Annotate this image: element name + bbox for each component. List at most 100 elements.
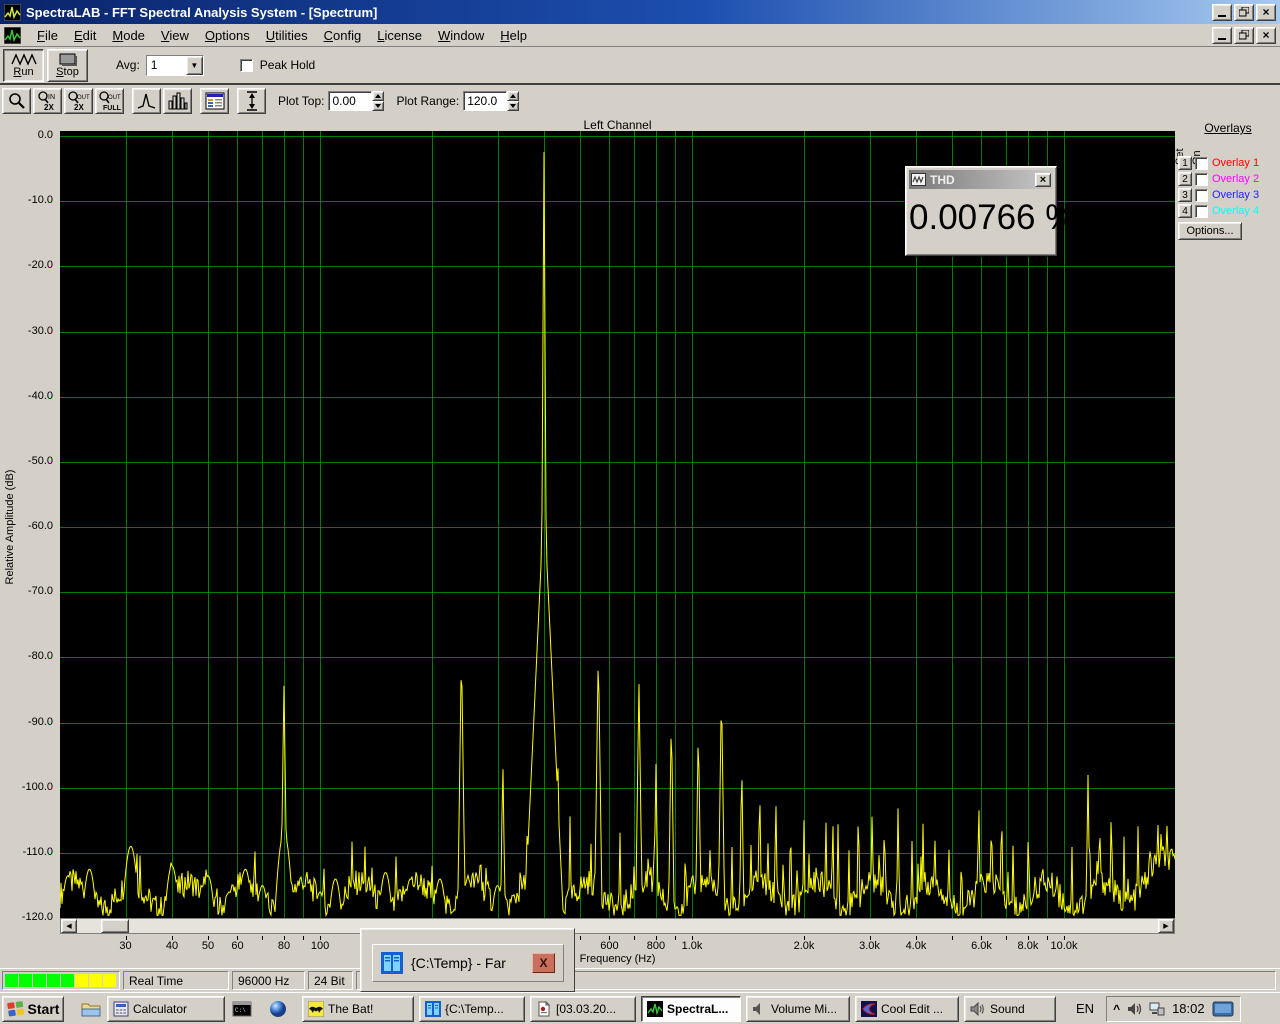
- overlay-on-checkbox[interactable]: [1195, 189, 1208, 202]
- scroll-thumb[interactable]: [101, 919, 129, 933]
- overlay-set-button[interactable]: 2: [1178, 172, 1192, 186]
- y-tick-label: -20.0: [3, 259, 53, 271]
- y-axis-labels: 0.0-10.0-20.0-30.0-40.0-50.0-60.0-70.0-8…: [0, 131, 57, 918]
- zoom-tool-button[interactable]: [2, 88, 31, 114]
- overlays-options-button[interactable]: Options...: [1178, 222, 1242, 240]
- plot-range-field[interactable]: 120.0: [463, 91, 507, 111]
- avg-dropdown-button[interactable]: ▼: [186, 56, 203, 75]
- scroll-right-button[interactable]: ▶: [1158, 919, 1174, 933]
- language-indicator[interactable]: EN: [1070, 999, 1100, 1018]
- system-tray: ^ 18:02: [1106, 996, 1241, 1022]
- level-meter-cell: [5, 974, 18, 987]
- spectrum-view-button[interactable]: [132, 88, 161, 114]
- folder-icon[interactable]: [80, 998, 102, 1020]
- close-icon: ×: [1262, 6, 1269, 18]
- taskbar-button-5[interactable]: SpectraL...: [641, 996, 741, 1022]
- child-close-button[interactable]: ×: [1256, 27, 1276, 44]
- taskbar-button-8[interactable]: Sound: [964, 996, 1056, 1022]
- overlays-panel: Overlays: [1178, 121, 1278, 137]
- zoom-out-full-button[interactable]: OUTFULL: [95, 88, 124, 114]
- overlay-on-checkbox[interactable]: [1195, 173, 1208, 186]
- overlay-set-button[interactable]: 3: [1178, 188, 1192, 202]
- plot-client-area: Left Channel Relative Amplitude (dB) 0.0…: [0, 115, 1280, 968]
- menu-items: FileEditModeViewOptionsUtilitiesConfigLi…: [29, 26, 535, 45]
- plot-top-field[interactable]: 0.00: [328, 91, 372, 111]
- menu-item-view[interactable]: View: [153, 26, 197, 45]
- plot-top-spin-down[interactable]: [372, 101, 384, 111]
- taskbar-button-4[interactable]: [03.03.20...: [530, 996, 636, 1022]
- plot-horizontal-scrollbar[interactable]: ◀ ▶: [60, 918, 1175, 934]
- tray-volume-icon[interactable]: [1127, 1002, 1142, 1016]
- plot-top-spin-up[interactable]: [372, 91, 384, 101]
- taskbar-button-3[interactable]: {C:\Temp...: [419, 996, 525, 1022]
- show-desktop-icon[interactable]: [1212, 1001, 1234, 1017]
- plot-top-spinner[interactable]: [372, 91, 384, 111]
- zoom-out-full-icon: OUTFULL: [98, 90, 122, 112]
- minimize-button[interactable]: [1212, 4, 1232, 21]
- overlay-on-checkbox[interactable]: [1195, 205, 1208, 218]
- calculator-icon: [113, 1001, 129, 1017]
- plot-range-spin-down[interactable]: [507, 101, 519, 111]
- menu-item-file[interactable]: File: [29, 26, 66, 45]
- thd-close-button[interactable]: ×: [1035, 173, 1051, 187]
- run-button[interactable]: Run: [3, 49, 44, 82]
- taskbar-button-label: Volume Mi...: [771, 1002, 837, 1016]
- stop-square-icon: [58, 53, 78, 66]
- x-tick-label: 8.0k: [1008, 940, 1048, 952]
- far-window-title: {C:\Temp} - Far: [411, 955, 532, 971]
- child-minimize-button[interactable]: [1212, 27, 1232, 44]
- overlay-set-button[interactable]: 4: [1178, 204, 1192, 218]
- menu-item-config[interactable]: Config: [316, 26, 370, 45]
- start-button[interactable]: Start: [2, 996, 64, 1022]
- zoom-out-2x-button[interactable]: OUT2X: [64, 88, 93, 114]
- thd-title-bar[interactable]: THD ×: [909, 170, 1053, 189]
- menu-item-license[interactable]: License: [369, 26, 430, 45]
- menu-item-mode[interactable]: Mode: [104, 26, 153, 45]
- tray-network-icon[interactable]: [1149, 1002, 1165, 1016]
- close-icon: ×: [1040, 174, 1046, 186]
- cooledit-icon: [861, 1001, 877, 1017]
- taskbar-button-label: Calculator: [133, 1002, 187, 1016]
- avg-combobox[interactable]: 1 ▼: [146, 55, 204, 76]
- menu-item-window[interactable]: Window: [430, 26, 492, 45]
- far-close-button[interactable]: X: [532, 953, 555, 973]
- thd-window: THD × 0.00766 %: [905, 166, 1057, 256]
- bars-icon: [168, 92, 188, 110]
- far-icon: [381, 952, 403, 974]
- taskbar-button-7[interactable]: Cool Edit ...: [855, 996, 959, 1022]
- vertical-scale-button[interactable]: [237, 88, 266, 114]
- x-tick-label: 100: [300, 940, 340, 952]
- console-icon[interactable]: C:\: [231, 998, 253, 1020]
- overlay-set-button[interactable]: 1: [1178, 156, 1192, 170]
- plot-range-spinner[interactable]: [507, 91, 519, 111]
- display-options-button[interactable]: [200, 88, 229, 114]
- overlay-on-checkbox[interactable]: [1195, 157, 1208, 170]
- bar-view-button[interactable]: [163, 88, 192, 114]
- overlays-header[interactable]: Overlays: [1178, 121, 1278, 135]
- taskbar-button-1[interactable]: Calculator: [107, 996, 225, 1022]
- browser-icon[interactable]: [267, 998, 289, 1020]
- taskbar-button-6[interactable]: Volume Mi...: [746, 996, 850, 1022]
- stop-button[interactable]: Stop: [47, 49, 88, 82]
- svg-text:C:\: C:\: [235, 1007, 246, 1014]
- zoom-in-2x-button[interactable]: IN2X: [33, 88, 62, 114]
- far-window-popup: {C:\Temp} - Far X: [360, 928, 575, 992]
- taskbar-button-label: Cool Edit ...: [881, 1002, 943, 1016]
- tray-chevron-icon[interactable]: ^: [1113, 1002, 1120, 1016]
- taskbar-button-2[interactable]: The Bat!: [302, 996, 414, 1022]
- taskbar-button-label: [03.03.20...: [556, 1002, 616, 1016]
- y-tick-label: -10.0: [3, 194, 53, 206]
- child-restore-button[interactable]: [1234, 27, 1254, 44]
- far-window-header[interactable]: {C:\Temp} - Far X: [372, 944, 564, 982]
- restore-button[interactable]: [1234, 4, 1254, 21]
- close-button[interactable]: ×: [1256, 4, 1276, 21]
- menu-item-help[interactable]: Help: [492, 26, 535, 45]
- scroll-left-button[interactable]: ◀: [61, 919, 77, 933]
- menu-item-options[interactable]: Options: [197, 26, 258, 45]
- plot-range-spin-up[interactable]: [507, 91, 519, 101]
- scroll-track[interactable]: [77, 919, 1158, 933]
- taskbar-clock[interactable]: 18:02: [1172, 1001, 1205, 1016]
- peak-hold-checkbox[interactable]: [240, 59, 253, 72]
- menu-item-utilities[interactable]: Utilities: [258, 26, 316, 45]
- menu-item-edit[interactable]: Edit: [66, 26, 104, 45]
